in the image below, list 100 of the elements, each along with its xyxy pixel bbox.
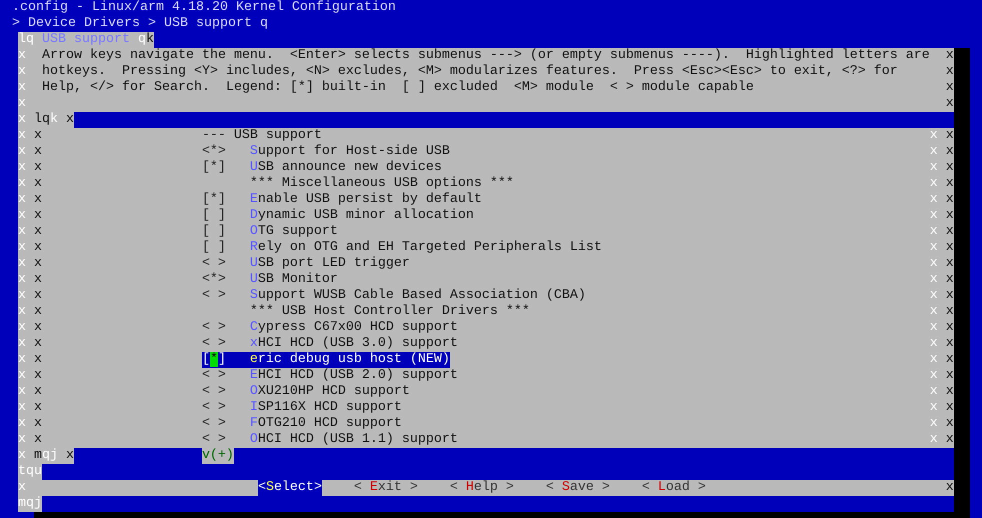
border-glyph: x (930, 128, 938, 144)
menu-item[interactable]: < > Support WUSB Cable Based Association (CBA) (202, 288, 586, 304)
border-glyph: x (34, 384, 42, 400)
menu-item[interactable]: < > FOTG210 HCD support (202, 416, 402, 432)
menu-item[interactable]: < > USB port LED trigger (202, 256, 410, 272)
menu-item[interactable]: [*] eric debug usb host (NEW) (202, 352, 450, 368)
window-shadow (954, 48, 970, 64)
menu-status: [*] (202, 352, 226, 368)
border-glyph: x (18, 176, 26, 192)
menu-status: [ ] (202, 224, 226, 240)
menu-item[interactable]: [ ] Dynamic USB minor allocation (202, 208, 474, 224)
border-glyph: x (34, 416, 42, 432)
border-glyph: x (34, 224, 42, 240)
border-glyph: x (18, 432, 26, 448)
menu-item[interactable]: [*] Enable USB persist by default (202, 192, 482, 208)
border-glyph: x (34, 272, 42, 288)
dialog-title: USB support (42, 32, 130, 48)
border-glyph: x (34, 240, 42, 256)
border-glyph: x (18, 240, 26, 256)
border-glyph: x (34, 144, 42, 160)
border-glyph: x (18, 208, 26, 224)
border-glyph: x (930, 368, 938, 384)
menu-item[interactable]: [ ] OTG support (202, 224, 338, 240)
border-glyph: x (18, 368, 26, 384)
border-glyph: x (946, 208, 954, 224)
border-glyph: x (34, 368, 42, 384)
menu-status: [*] (202, 192, 226, 208)
menu-status: < > (202, 320, 226, 336)
dialog-button[interactable]: < Load > (642, 480, 706, 496)
border-glyph: x (18, 288, 26, 304)
border-glyph: x (18, 224, 26, 240)
menu-status: < > (202, 288, 226, 304)
border-glyph: x (946, 416, 954, 432)
menu-item[interactable]: < > EHCI HCD (USB 2.0) support (202, 368, 458, 384)
border-glyph: x (930, 304, 938, 320)
border-glyph: x (18, 320, 26, 336)
menu-label: eric debug usb host (NEW) (250, 352, 450, 368)
border-glyph: x (946, 240, 954, 256)
menu-label: Support WUSB Cable Based Association (CBA) (250, 288, 586, 304)
menu-item[interactable]: <*> USB Monitor (202, 272, 338, 288)
menu-item[interactable]: < > Cypress C67x00 HCD support (202, 320, 458, 336)
menu-status: <*> (202, 144, 226, 160)
border-glyph: x (34, 288, 42, 304)
menu-status: <*> (202, 272, 226, 288)
border-glyph: x (946, 144, 954, 160)
dialog-button[interactable]: < Save > (546, 480, 610, 496)
menu-label: USB Monitor (250, 272, 338, 288)
border-glyph: x (946, 368, 954, 384)
help-text: Help, </> for Search. Legend: [*] built-in [ ] excluded <M> module < > module capable (42, 80, 754, 96)
border-glyph: x (946, 336, 954, 352)
menu-item[interactable]: [*] USB announce new devices (202, 160, 442, 176)
border-glyph: x (18, 256, 26, 272)
border-glyph: mqj (18, 496, 42, 512)
menu-label: USB announce new devices (250, 160, 442, 176)
border-glyph: k (146, 32, 154, 48)
menu-item[interactable]: < > xHCI HCD (USB 3.0) support (202, 336, 458, 352)
border-glyph: x (34, 160, 42, 176)
border-glyph: x (946, 80, 954, 96)
border-glyph: x (930, 176, 938, 192)
border-glyph: x (930, 400, 938, 416)
border-glyph: x (946, 64, 954, 80)
border-glyph: x (946, 400, 954, 416)
menu-item[interactable]: [ ] Rely on OTG and EH Targeted Peripherals List (202, 240, 602, 256)
menu-item[interactable]: < > OHCI HCD (USB 1.1) support (202, 432, 458, 448)
border-glyph: x (930, 240, 938, 256)
menu-label: ISP116X HCD support (250, 400, 402, 416)
border-glyph: x (34, 400, 42, 416)
menu-heading: USB support (234, 128, 322, 144)
menu-label: xHCI HCD (USB 3.0) support (250, 336, 458, 352)
border-glyph: x (18, 480, 26, 496)
menu-label: OTG support (250, 224, 338, 240)
border-glyph: tqu (18, 464, 42, 480)
border-glyph: x (18, 400, 26, 416)
border-glyph: x (18, 112, 26, 128)
dialog-button[interactable]: < Help > (450, 480, 514, 496)
border-glyph: m (34, 448, 42, 464)
border-glyph: x (946, 48, 954, 64)
border-glyph: x (946, 480, 954, 496)
border-glyph: x (34, 304, 42, 320)
border-glyph: x (18, 304, 26, 320)
menu-item[interactable]: < > ISP116X HCD support (202, 400, 402, 416)
help-text: Arrow keys navigate the menu. <Enter> selects submenus ---> (or empty submenus ----). Highlighted letters are (42, 48, 930, 64)
border-glyph: x (18, 384, 26, 400)
border-glyph: x (946, 320, 954, 336)
border-glyph: x (946, 304, 954, 320)
menu-item[interactable]: < > OXU210HP HCD support (202, 384, 410, 400)
dialog-button[interactable]: <Select> (258, 480, 322, 496)
border-glyph: x (930, 336, 938, 352)
border-glyph: x (946, 160, 954, 176)
menu-status: < > (202, 400, 226, 416)
menu-status: < > (202, 368, 226, 384)
border-glyph: x (18, 352, 26, 368)
border-glyph: x (34, 336, 42, 352)
border-glyph: x (66, 112, 74, 128)
border-glyph: x (34, 320, 42, 336)
menu-item[interactable]: <*> Support for Host-side USB (202, 144, 450, 160)
menu-label: Enable USB persist by default (250, 192, 482, 208)
dialog-button[interactable]: < Exit > (354, 480, 418, 496)
border-glyph: x (34, 432, 42, 448)
border-glyph: x (930, 208, 938, 224)
